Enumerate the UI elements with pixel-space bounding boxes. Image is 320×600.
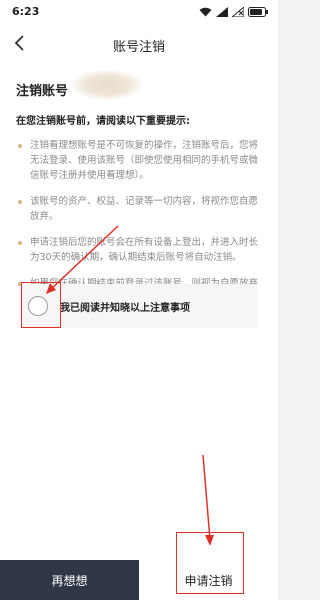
notice-text: 注销看理想账号是不可恢复的操作，注销账号后，您将无法登录、使用该账号（即使您使用… — [30, 140, 259, 181]
battery-icon — [248, 7, 268, 17]
status-bar: 6:23 — [0, 0, 278, 24]
notice-item: 该账号的资产、权益、记录等一切内容，将视作您自愿放弃。 — [18, 194, 264, 224]
notice-text: 申请注销后您的账号会在所有设备上登出，并进入时长为30天的确认期，确认期结束后账… — [30, 237, 259, 263]
section-title: 注销账号 — [16, 84, 69, 99]
status-icons — [199, 6, 268, 18]
page-title: 账号注销 — [112, 40, 165, 55]
agree-label: 我已阅读并知晓以上注意事项 — [60, 302, 190, 314]
annotation-box-apply — [176, 532, 244, 594]
no-sim-icon — [232, 7, 244, 17]
cellular-icon — [216, 7, 228, 17]
notice-item: 注销看理想账号是不可恢复的操作，注销账号后，您将无法登录、使用该账号（即使您使用… — [18, 138, 264, 183]
bullet-dot-icon — [18, 200, 22, 204]
notice-subtitle: 在您注销账号前，请阅读以下重要提示: — [16, 116, 190, 127]
notice-text: 该账号的资产、权益、记录等一切内容，将视作您自愿放弃。 — [30, 196, 259, 222]
bullet-dot-icon — [18, 144, 22, 148]
wifi-icon — [199, 7, 212, 17]
annotation-box-radio — [21, 282, 61, 328]
nav-bar: 账号注销 — [0, 24, 278, 66]
redaction-blur — [72, 70, 142, 100]
bullet-dot-icon — [18, 241, 22, 245]
status-time: 6:23 — [12, 5, 40, 18]
rethink-button[interactable]: 再想想 — [0, 560, 139, 600]
notice-item: 申请注销后您的账号会在所有设备上登出，并进入时长为30天的确认期，确认期结束后账… — [18, 235, 264, 265]
